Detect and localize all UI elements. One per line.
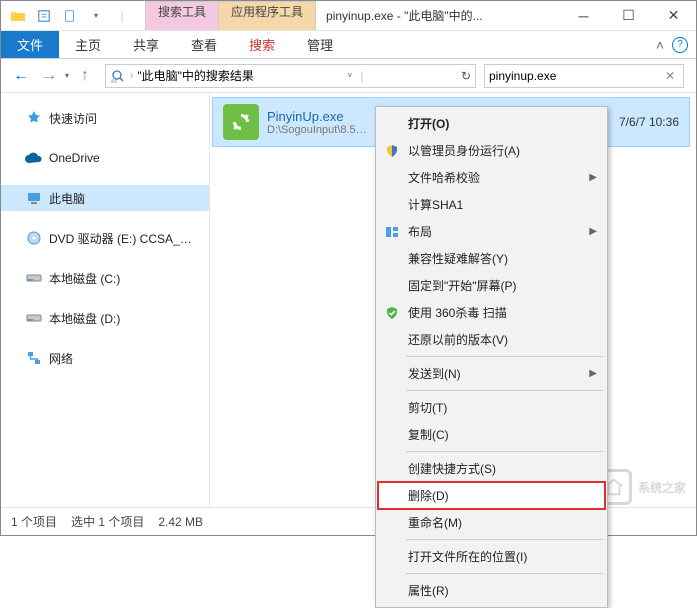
menu-item-shortcut[interactable]: 创建快捷方式(S) (378, 455, 605, 482)
folder-icon (7, 5, 29, 27)
sidebar-item-dvd[interactable]: DVD 驱动器 (E:) CCSA_X64FR (1, 225, 209, 251)
sidebar-item-onedrive[interactable]: OneDrive (1, 145, 209, 171)
menu-item-scan-360[interactable]: 使用 360杀毒 扫描 (378, 299, 605, 326)
title-tab-app-tools: 应用程序工具 (218, 1, 316, 30)
sidebar-item-label: OneDrive (49, 151, 100, 165)
qat-new-icon[interactable] (59, 5, 81, 27)
drive-icon (25, 309, 43, 327)
menu-separator (406, 451, 603, 452)
sidebar-item-label: 此电脑 (49, 190, 85, 207)
sidebar-item-label: 网络 (49, 350, 73, 367)
qat-dropdown-icon[interactable]: ▾ (85, 5, 107, 27)
ribbon-tab-manage[interactable]: 管理 (291, 31, 349, 58)
cloud-icon (25, 149, 43, 167)
pc-icon (25, 189, 43, 207)
status-item-count: 1 个项目 (11, 513, 57, 530)
menu-item-pin-start[interactable]: 固定到"开始"屏幕(P) (378, 272, 605, 299)
sidebar-item-network[interactable]: 网络 (1, 345, 209, 371)
drive-icon (25, 269, 43, 287)
menu-item-properties[interactable]: 属性(R) (378, 577, 605, 604)
app-icon (223, 104, 259, 140)
search-box[interactable]: ✕ (484, 64, 684, 88)
sidebar-item-label: 本地磁盘 (C:) (49, 270, 120, 287)
chevron-right-icon: ▶ (589, 172, 597, 183)
ribbon-tab-file[interactable]: 文件 (1, 31, 59, 58)
address-bar[interactable]: › "此电脑"中的搜索结果 ˅ | ↻ (105, 64, 476, 88)
chevron-right-icon: ▶ (589, 226, 597, 237)
clear-search-icon[interactable]: ✕ (661, 69, 679, 83)
shield-check-icon (384, 305, 400, 321)
ribbon-tab-share[interactable]: 共享 (117, 31, 175, 58)
menu-item-copy[interactable]: 复制(C) (378, 421, 605, 448)
menu-separator (406, 573, 603, 574)
qat-sep: | (111, 5, 133, 27)
close-button[interactable]: ✕ (651, 1, 696, 30)
ribbon-tab-search[interactable]: 搜索 (233, 31, 291, 58)
menu-item-open-location[interactable]: 打开文件所在的位置(I) (378, 543, 605, 570)
menu-item-hash[interactable]: 文件哈希校验▶ (378, 164, 605, 191)
menu-item-compat[interactable]: 兼容性疑难解答(Y) (378, 245, 605, 272)
menu-item-run-as-admin[interactable]: 以管理员身份运行(A) (378, 137, 605, 164)
ribbon-tab-view[interactable]: 查看 (175, 31, 233, 58)
maximize-button[interactable]: ☐ (606, 1, 651, 30)
status-selected-count: 选中 1 个项目 (71, 513, 144, 530)
ribbon-tab-home[interactable]: 主页 (59, 31, 117, 58)
sidebar-item-label: 本地磁盘 (D:) (49, 310, 120, 327)
address-sep: | (356, 69, 367, 83)
nav-up-button[interactable]: ↑ (73, 64, 97, 88)
nav-back-button[interactable]: ← (9, 64, 33, 88)
chevron-right-icon: ▶ (589, 368, 597, 379)
navigation-pane: 快速访问 OneDrive 此电脑 DVD 驱动器 (E:) CCSA_X64F… (1, 93, 210, 507)
nav-forward-button[interactable]: → (37, 64, 61, 88)
menu-item-delete[interactable]: 删除(D) (378, 482, 605, 509)
star-icon (25, 109, 43, 127)
sidebar-item-disk-d[interactable]: 本地磁盘 (D:) (1, 305, 209, 331)
sidebar-item-label: DVD 驱动器 (E:) CCSA_X64FR (49, 230, 199, 247)
refresh-icon[interactable]: ↻ (461, 69, 471, 83)
menu-item-rename[interactable]: 重命名(M) (378, 509, 605, 536)
nav-history-dropdown[interactable]: ▾ (65, 71, 69, 80)
menu-item-restore[interactable]: 还原以前的版本(V) (378, 326, 605, 353)
sidebar-item-label: 快速访问 (49, 110, 97, 127)
sidebar-item-quick-access[interactable]: 快速访问 (1, 105, 209, 131)
address-text: "此电脑"中的搜索结果 (137, 67, 254, 84)
hide-ribbon-icon[interactable]: ˄ (656, 37, 664, 53)
menu-item-layout[interactable]: 布局▶ (378, 218, 605, 245)
minimize-button[interactable]: ─ (561, 1, 606, 30)
qat-prop-icon[interactable] (33, 5, 55, 27)
menu-item-cut[interactable]: 剪切(T) (378, 394, 605, 421)
context-menu: 打开(O) 以管理员身份运行(A) 文件哈希校验▶ 计算SHA1 布局▶ 兼容性… (375, 106, 608, 608)
search-input[interactable] (489, 69, 661, 83)
menu-item-send-to[interactable]: 发送到(N)▶ (378, 360, 605, 387)
menu-separator (406, 390, 603, 391)
sidebar-item-disk-c[interactable]: 本地磁盘 (C:) (1, 265, 209, 291)
shield-icon (384, 143, 400, 159)
breadcrumb-sep-icon[interactable]: › (130, 70, 133, 81)
search-scope-icon (110, 68, 126, 84)
network-icon (25, 349, 43, 367)
menu-separator (406, 356, 603, 357)
menu-item-open[interactable]: 打开(O) (378, 110, 605, 137)
help-icon[interactable]: ? (672, 37, 688, 53)
menu-item-sha1[interactable]: 计算SHA1 (378, 191, 605, 218)
disc-icon (25, 229, 43, 247)
layout-icon (384, 224, 400, 240)
result-date: 7/6/7 10:36 (619, 115, 679, 129)
menu-separator (406, 539, 603, 540)
sidebar-item-this-pc[interactable]: 此电脑 (1, 185, 209, 211)
window-title: pinyinup.exe - "此电脑"中的... (316, 1, 561, 30)
title-tab-search-tools: 搜索工具 (145, 1, 219, 30)
status-size: 2.42 MB (158, 515, 203, 529)
address-dropdown-icon[interactable]: ˅ (348, 71, 353, 80)
